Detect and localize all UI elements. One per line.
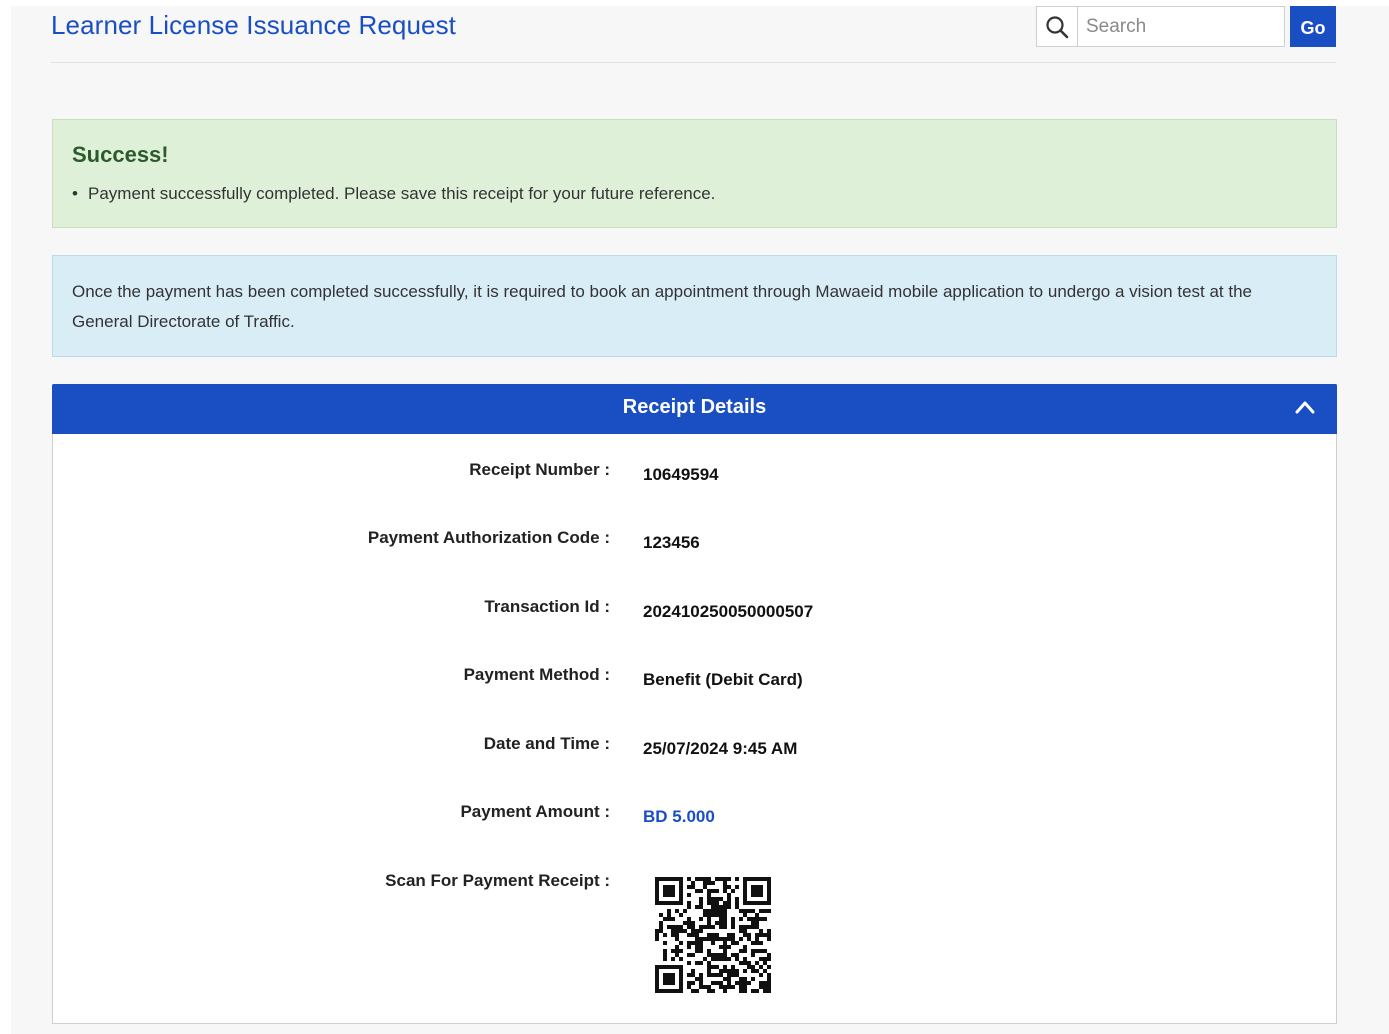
- success-heading: Success!: [72, 142, 169, 167]
- payment-amount-value: BD 5.000: [643, 807, 715, 826]
- payment-amount-label: Payment Amount :: [460, 802, 610, 821]
- success-alert: Success! • Payment successfully complete…: [52, 119, 1337, 228]
- bullet: •: [72, 184, 78, 203]
- date-time-label: Date and Time :: [483, 734, 610, 753]
- search-input[interactable]: [1078, 7, 1283, 46]
- search-box[interactable]: [1036, 6, 1285, 47]
- info-alert: Once the payment has been completed succ…: [52, 255, 1337, 357]
- auth-code-label: Payment Authorization Code :: [367, 528, 610, 547]
- payment-method-value: Benefit (Debit Card): [643, 670, 803, 689]
- transaction-id-label: Transaction Id :: [484, 597, 610, 616]
- receipt-panel-header[interactable]: Receipt Details: [52, 384, 1337, 434]
- payment-method-label: Payment Method :: [463, 665, 610, 684]
- auth-code-value: 123456: [643, 533, 700, 552]
- receipt-row-amount: Payment Amount : BD 5.000: [53, 802, 1336, 832]
- info-message: Once the payment has been completed succ…: [72, 282, 1252, 331]
- receipt-number-label: Receipt Number :: [469, 460, 610, 479]
- page-title: Learner License Issuance Request: [51, 10, 457, 40]
- receipt-row-transaction-id: Transaction Id : 202410250050000507: [53, 597, 1336, 627]
- chevron-up-icon[interactable]: [1295, 400, 1315, 414]
- date-time-value: 25/07/2024 9:45 AM: [643, 739, 798, 758]
- go-button[interactable]: Go: [1290, 6, 1336, 47]
- receipt-row-number: Receipt Number : 10649594: [53, 460, 1336, 490]
- receipt-panel: Receipt Details Receipt Number : 1064959…: [52, 384, 1337, 1024]
- receipt-number-value: 10649594: [643, 465, 719, 484]
- receipt-row-auth-code: Payment Authorization Code : 123456: [53, 528, 1336, 558]
- scan-receipt-label: Scan For Payment Receipt :: [385, 871, 610, 890]
- page: Learner License Issuance Request Go Succ…: [11, 6, 1389, 1034]
- receipt-panel-title: Receipt Details: [622, 396, 767, 418]
- search-icon[interactable]: [1037, 7, 1078, 46]
- receipt-row-date-time: Date and Time : 25/07/2024 9:45 AM: [53, 734, 1336, 764]
- qr-code-icon[interactable]: [655, 877, 771, 993]
- success-message: Payment successfully completed. Please s…: [88, 184, 716, 203]
- page-header: Learner License Issuance Request Go: [51, 6, 1336, 63]
- transaction-id-value: 202410250050000507: [643, 602, 814, 621]
- receipt-row-payment-method: Payment Method : Benefit (Debit Card): [53, 665, 1336, 695]
